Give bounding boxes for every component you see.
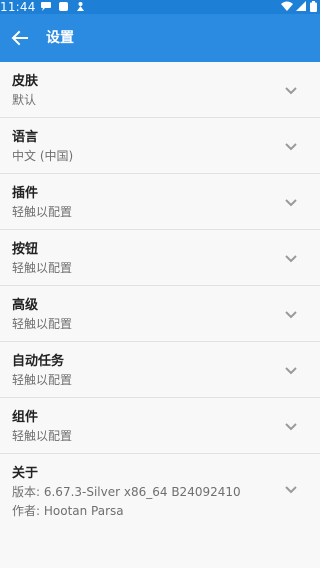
chevron-down-icon xyxy=(285,367,297,375)
settings-item-subtitle: 轻触以配置 xyxy=(12,429,73,443)
chevron-down-icon xyxy=(285,199,297,207)
settings-item-skin[interactable]: 皮肤 默认 xyxy=(0,62,320,118)
settings-item-subtitle: 默认 xyxy=(12,93,37,107)
settings-item-about[interactable]: 关于 版本: 6.67.3-Silver x86_64 B24092410 作者… xyxy=(0,454,320,520)
settings-item-subtitle: 中文 (中国) xyxy=(12,149,74,163)
settings-item-title: 组件 xyxy=(12,410,39,425)
settings-list: 皮肤 默认 语言 中文 (中国) 插件 轻触以配置 按钮 轻触以配置 高级 轻触… xyxy=(0,62,320,520)
settings-item-language[interactable]: 语言 中文 (中国) xyxy=(0,118,320,174)
settings-item-title: 自动任务 xyxy=(12,354,65,369)
settings-item-subtitle: 轻触以配置 xyxy=(12,373,73,387)
status-time: 11:44 xyxy=(0,0,36,14)
settings-item-title: 关于 xyxy=(12,466,39,481)
settings-item-subtitle: 轻触以配置 xyxy=(12,261,73,275)
settings-item-auto-tasks[interactable]: 自动任务 轻触以配置 xyxy=(0,342,320,398)
chevron-down-icon xyxy=(285,87,297,95)
settings-item-title: 插件 xyxy=(12,186,39,201)
chevron-down-icon xyxy=(285,486,297,494)
app-bar: 设置 xyxy=(0,14,320,62)
settings-item-advanced[interactable]: 高级 轻触以配置 xyxy=(0,286,320,342)
settings-item-subtitle: 轻触以配置 xyxy=(12,205,73,219)
back-button[interactable] xyxy=(6,24,34,52)
about-version: 版本: 6.67.3-Silver x86_64 B24092410 xyxy=(12,485,241,499)
chevron-down-icon xyxy=(285,423,297,431)
settings-item-title: 按钮 xyxy=(12,242,39,257)
status-bar: 11:44 xyxy=(0,0,320,14)
settings-item-widgets[interactable]: 组件 轻触以配置 xyxy=(0,398,320,454)
settings-item-title: 语言 xyxy=(12,130,39,145)
settings-item-title: 皮肤 xyxy=(12,74,39,89)
chevron-down-icon xyxy=(285,311,297,319)
settings-item-buttons[interactable]: 按钮 轻触以配置 xyxy=(0,230,320,286)
chevron-down-icon xyxy=(285,255,297,263)
settings-item-subtitle: 轻触以配置 xyxy=(12,317,73,331)
settings-item-title: 高级 xyxy=(12,298,39,313)
settings-item-plugins[interactable]: 插件 轻触以配置 xyxy=(0,174,320,230)
arrow-left-icon xyxy=(11,30,28,46)
page-title: 设置 xyxy=(46,30,74,46)
chevron-down-icon xyxy=(285,143,297,151)
about-author: 作者: Hootan Parsa xyxy=(12,504,124,518)
